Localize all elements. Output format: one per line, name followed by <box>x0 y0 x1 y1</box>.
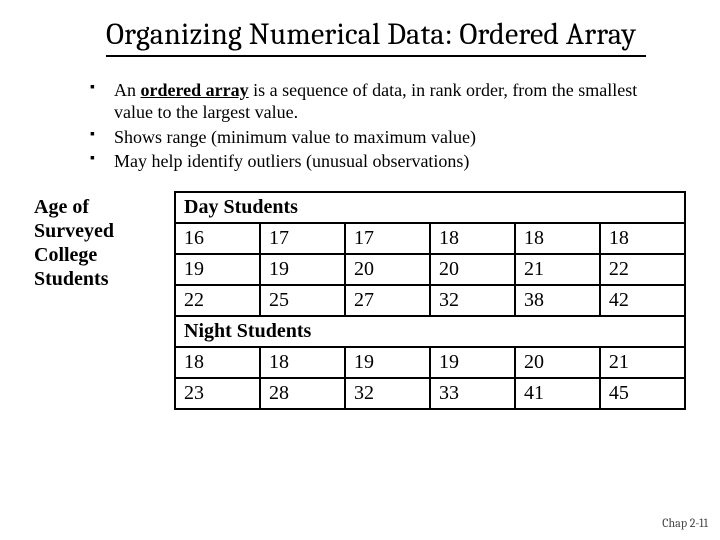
table-cell: 20 <box>345 254 430 285</box>
table-cell: 20 <box>515 347 600 378</box>
bullet-item: May help identify outliers (unusual obse… <box>90 150 666 173</box>
table-cell: 25 <box>260 285 345 316</box>
table-cell: 38 <box>515 285 600 316</box>
slide-footer: Chap 2-11 <box>662 516 708 530</box>
content-row: Age of Surveyed College Students Day Stu… <box>34 191 686 410</box>
table-cell: 19 <box>260 254 345 285</box>
table-cell: 32 <box>430 285 515 316</box>
bullet-term: ordered array <box>141 80 249 100</box>
table-cell: 32 <box>345 378 430 409</box>
table-cell: 28 <box>260 378 345 409</box>
title-block: Organizing Numerical Data: Ordered Array <box>34 18 686 57</box>
table-cell: 22 <box>600 254 685 285</box>
table-cell: 18 <box>260 347 345 378</box>
table-cell: 16 <box>175 223 260 254</box>
table-cell: 20 <box>430 254 515 285</box>
table-cell: 18 <box>515 223 600 254</box>
table-cell: 17 <box>345 223 430 254</box>
table-wrap: Day Students 16 17 17 18 18 18 19 19 20 … <box>174 191 686 410</box>
table-cell: 18 <box>600 223 685 254</box>
table-row: 19 19 20 20 21 22 <box>175 254 685 285</box>
table-cell: 18 <box>175 347 260 378</box>
slide: Organizing Numerical Data: Ordered Array… <box>0 0 720 540</box>
table-cell: 33 <box>430 378 515 409</box>
table-cell: 41 <box>515 378 600 409</box>
table-section-header-row: Night Students <box>175 316 685 347</box>
bullet-text-prefix: An <box>114 80 141 100</box>
table-cell: 45 <box>600 378 685 409</box>
page-title: Organizing Numerical Data: Ordered Array <box>106 18 646 53</box>
table-cell: 21 <box>600 347 685 378</box>
table-row: 18 18 19 19 20 21 <box>175 347 685 378</box>
table-section-header: Day Students <box>175 192 685 223</box>
title-underline <box>106 55 646 57</box>
table-cell: 18 <box>430 223 515 254</box>
table-cell: 19 <box>345 347 430 378</box>
bullet-list: An ordered array is a sequence of data, … <box>34 79 686 173</box>
table-cell: 17 <box>260 223 345 254</box>
table-caption: Age of Surveyed College Students <box>34 191 174 410</box>
table-cell: 19 <box>430 347 515 378</box>
bullet-text: May help identify outliers (unusual obse… <box>114 151 469 171</box>
table-section-header: Night Students <box>175 316 685 347</box>
bullet-item: Shows range (minimum value to maximum va… <box>90 126 666 149</box>
table-row: 16 17 17 18 18 18 <box>175 223 685 254</box>
table-row: 23 28 32 33 41 45 <box>175 378 685 409</box>
table-section-header-row: Day Students <box>175 192 685 223</box>
bullet-item: An ordered array is a sequence of data, … <box>90 79 666 124</box>
bullet-text: Shows range (minimum value to maximum va… <box>114 127 476 147</box>
table-cell: 23 <box>175 378 260 409</box>
table-cell: 22 <box>175 285 260 316</box>
table-row: 22 25 27 32 38 42 <box>175 285 685 316</box>
data-table: Day Students 16 17 17 18 18 18 19 19 20 … <box>174 191 686 410</box>
table-cell: 19 <box>175 254 260 285</box>
table-cell: 42 <box>600 285 685 316</box>
table-cell: 21 <box>515 254 600 285</box>
table-cell: 27 <box>345 285 430 316</box>
